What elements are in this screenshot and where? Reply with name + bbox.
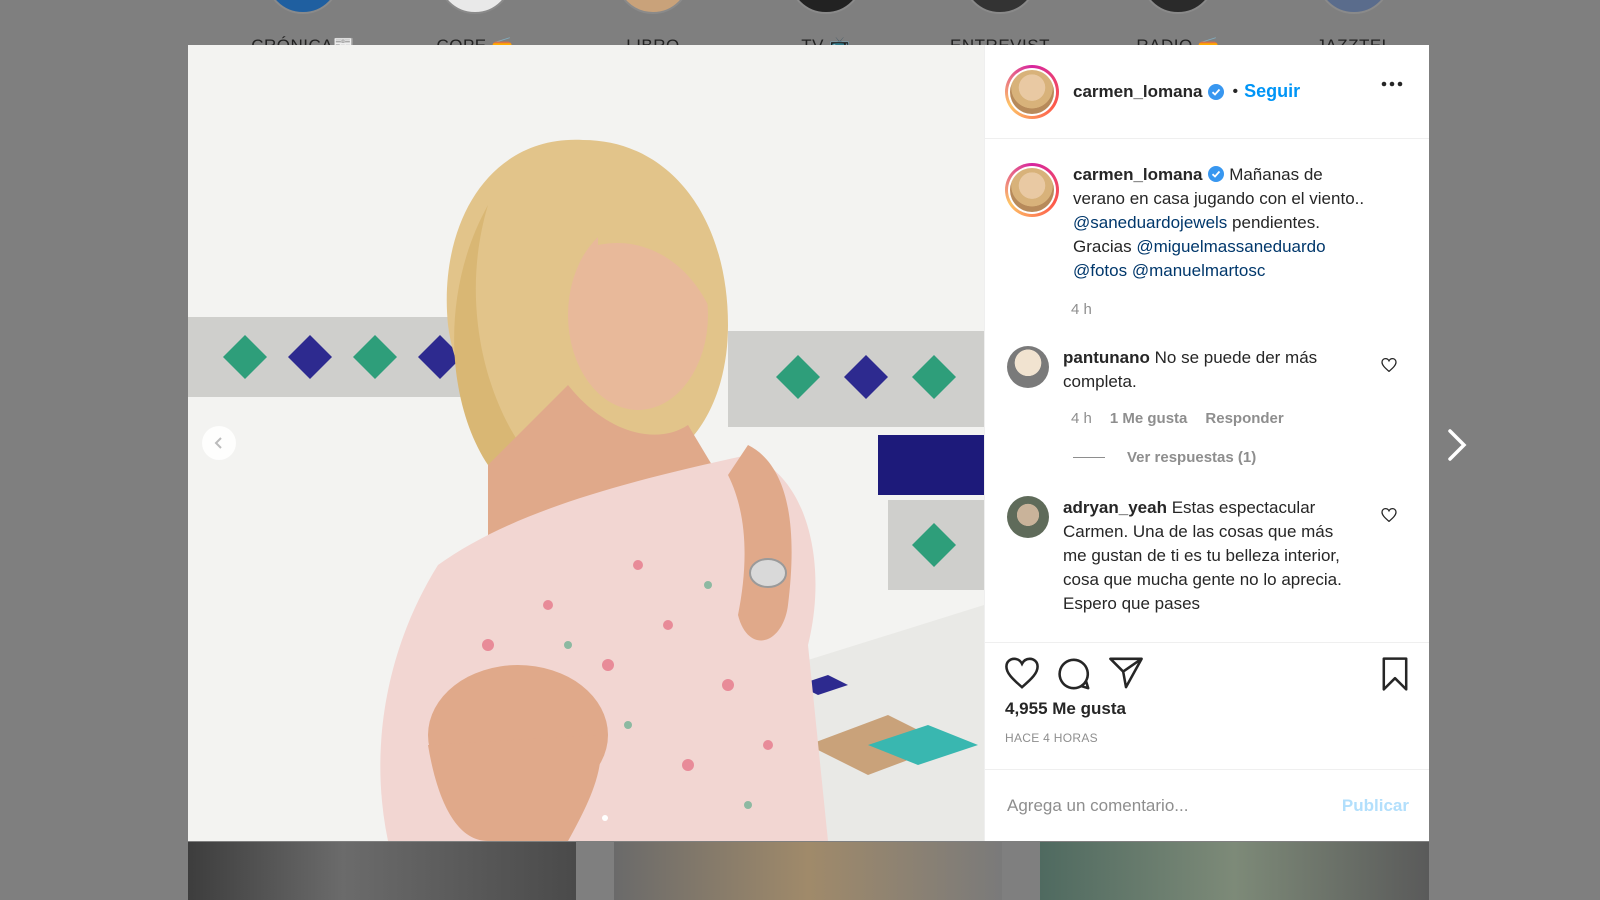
comments-section: carmen_lomana Mañanas de verano en casa … <box>985 139 1429 642</box>
post-photo[interactable] <box>188 45 984 841</box>
photo-illustration <box>188 45 984 841</box>
carousel-indicator <box>602 815 608 821</box>
story-highlights: CRÓNICA📰 COPE 📻 LIBRO TV 📺 ENTREVIST RAD… <box>0 0 1600 55</box>
grid-thumbnail[interactable] <box>1040 842 1429 900</box>
comment-text: pantunano No se puede der más completa. <box>1063 346 1343 394</box>
post-modal: carmen_lomana • Seguir carmen_lomana Mañ… <box>188 45 1429 841</box>
post-side-panel: carmen_lomana • Seguir carmen_lomana Mañ… <box>984 45 1429 841</box>
likes-count[interactable]: 4,955 Me gusta <box>1005 699 1409 719</box>
caption-text: carmen_lomana Mañanas de verano en casa … <box>1073 163 1373 283</box>
view-replies-label: Ver respuestas (1) <box>1127 449 1257 466</box>
mention-link[interactable]: @fotos <box>1073 261 1127 280</box>
reply-button[interactable]: Responder <box>1205 410 1283 427</box>
post-actions: 4,955 Me gusta HACE 4 HORAS <box>985 642 1429 769</box>
author-username[interactable]: carmen_lomana <box>1073 82 1202 102</box>
view-replies-button[interactable]: Ver respuestas (1) <box>1073 449 1409 466</box>
comment-like-icon[interactable] <box>1381 508 1397 522</box>
grid-thumbnail[interactable] <box>188 842 576 900</box>
publish-button[interactable]: Publicar <box>1342 796 1409 816</box>
commenter-avatar[interactable] <box>1007 496 1049 538</box>
verified-badge-icon <box>1208 166 1225 182</box>
caption-time: 4 h <box>1071 301 1092 318</box>
previous-image-button[interactable] <box>202 426 236 460</box>
verified-badge-icon <box>1208 83 1225 100</box>
more-options-icon[interactable] <box>1381 81 1403 87</box>
mention-link[interactable]: @miguelmassaneduardo <box>1136 237 1325 256</box>
add-comment-bar: Publicar <box>985 769 1429 841</box>
post-header: carmen_lomana • Seguir <box>985 45 1429 139</box>
save-bookmark-icon[interactable] <box>1381 657 1409 691</box>
comment-text: adryan_yeah Estas espectacular Carmen. U… <box>1063 496 1343 616</box>
next-post-button[interactable] <box>1446 428 1468 467</box>
mention-link[interactable]: @saneduardojewels <box>1073 213 1227 232</box>
chevron-right-icon <box>1448 429 1467 461</box>
caption-meta: 4 h <box>1071 301 1409 318</box>
chevron-left-icon <box>214 437 222 449</box>
comment: adryan_yeah Estas espectacular Carmen. U… <box>1005 496 1409 616</box>
grid-thumbnail[interactable] <box>614 842 1002 900</box>
author-avatar[interactable] <box>1005 64 1059 119</box>
comment-likes[interactable]: 1 Me gusta <box>1110 410 1188 427</box>
comment-meta: 4 h 1 Me gusta Responder <box>1071 410 1409 427</box>
comment-input[interactable] <box>1005 794 1342 817</box>
follow-button[interactable]: Seguir <box>1244 81 1300 102</box>
commenter-username[interactable]: pantunano <box>1063 348 1150 367</box>
mention-link[interactable]: @manuelmartosc <box>1132 261 1265 280</box>
separator-bullet: • <box>1232 82 1239 100</box>
caption-avatar[interactable] <box>1005 163 1059 217</box>
commenter-avatar[interactable] <box>1007 346 1049 388</box>
comment-like-icon[interactable] <box>1381 358 1397 372</box>
comment-time: 4 h <box>1071 410 1092 427</box>
share-paper-plane-icon[interactable] <box>1109 657 1143 689</box>
caption-username[interactable]: carmen_lomana <box>1073 165 1202 184</box>
caption: carmen_lomana Mañanas de verano en casa … <box>1005 163 1409 283</box>
commenter-username[interactable]: adryan_yeah <box>1063 498 1167 517</box>
comment-bubble-icon[interactable] <box>1057 657 1091 691</box>
comment: pantunano No se puede der más completa. <box>1005 346 1409 394</box>
like-heart-icon[interactable] <box>1005 657 1039 689</box>
post-timestamp: HACE 4 HORAS <box>1005 731 1098 745</box>
